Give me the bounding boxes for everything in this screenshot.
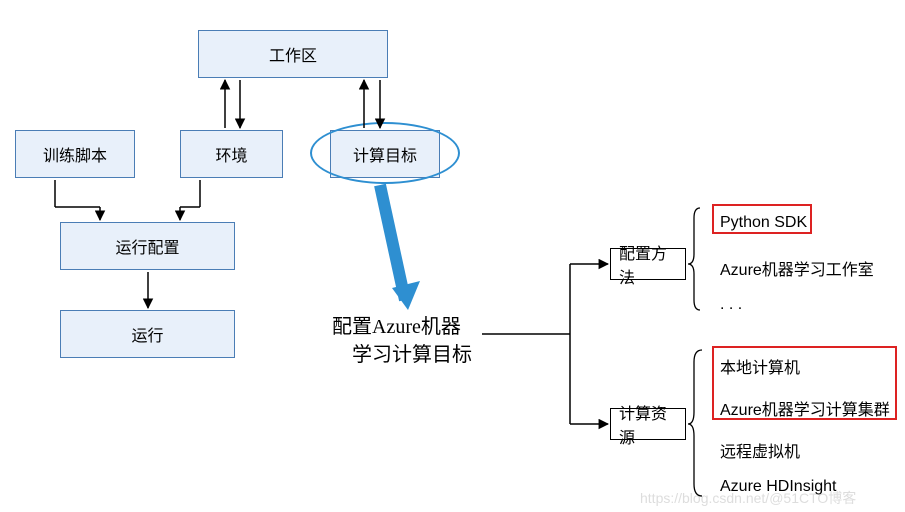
item-remote-vm: 远程虚拟机: [720, 438, 800, 462]
node-label: 配置方法: [619, 240, 677, 288]
center-title-line1: 配置Azure机器: [332, 310, 461, 339]
node-run: 运行: [60, 310, 235, 358]
node-label: 计算资源: [619, 400, 677, 448]
node-label: 环境: [215, 142, 247, 166]
node-label: 训练脚本: [43, 142, 107, 166]
highlight-ellipse: [310, 122, 460, 184]
node-label: 工作区: [269, 42, 317, 66]
item-aml-studio: Azure机器学习工作室: [720, 256, 874, 280]
node-environment: 环境: [180, 130, 283, 178]
node-workspace: 工作区: [198, 30, 388, 78]
item-ellipsis: . . .: [720, 296, 742, 314]
node-train-script: 训练脚本: [15, 130, 135, 178]
item-local-computer: 本地计算机: [720, 354, 800, 378]
watermark: https://blog.csdn.net/@51CTO博客: [640, 488, 856, 508]
node-compute-resource: 计算资源: [610, 408, 686, 440]
item-python-sdk: Python SDK: [720, 214, 807, 232]
node-label: 运行: [131, 322, 163, 346]
node-run-config: 运行配置: [60, 222, 235, 270]
center-title-line2: 学习计算目标: [352, 338, 472, 367]
item-aml-compute-cluster: Azure机器学习计算集群: [720, 396, 890, 420]
node-label: 运行配置: [115, 234, 179, 258]
node-config-method: 配置方法: [610, 248, 686, 280]
